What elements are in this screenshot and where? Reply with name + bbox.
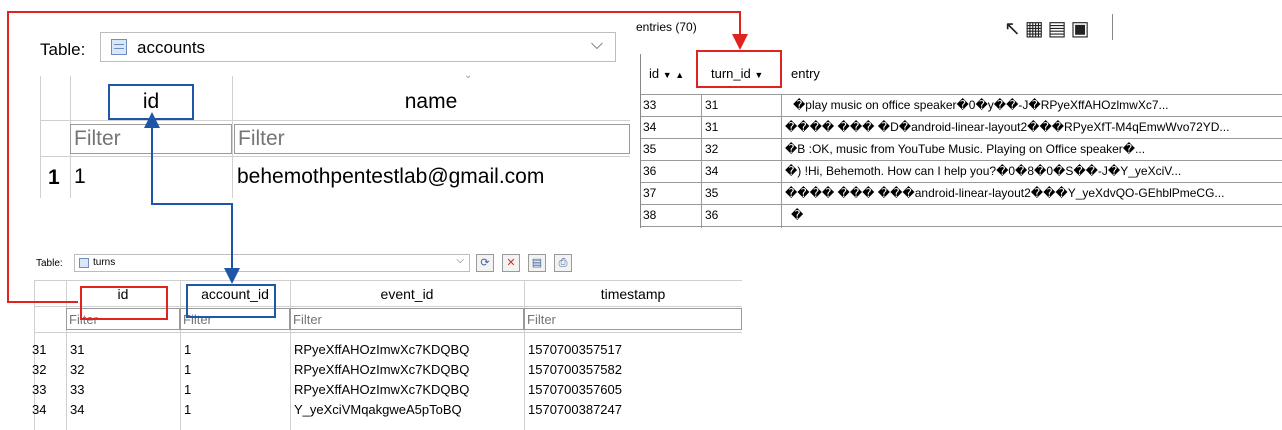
relationship-arrows (7, 11, 748, 303)
arrow-accounts-id-to-turns-account-id (144, 112, 240, 284)
arrow-turns-id-to-entries-turn-id (7, 11, 748, 303)
